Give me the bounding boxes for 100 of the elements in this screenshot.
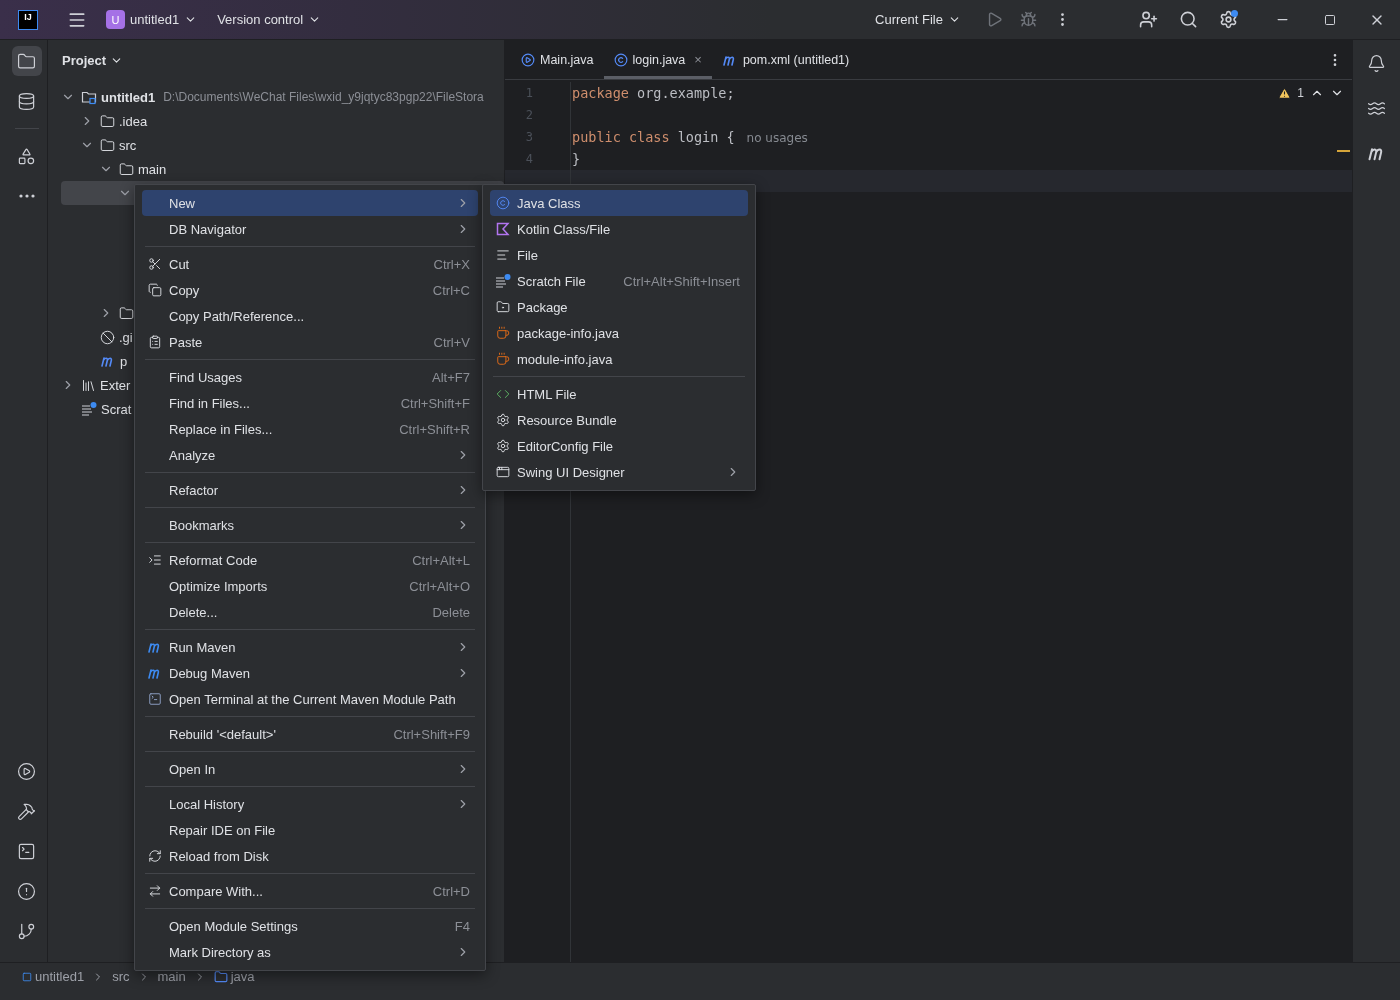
menu-item[interactable]: Open Module Settings F4 [142,913,478,939]
menu-item[interactable]: Open Terminal at the Current Maven Module Path [142,686,478,712]
warning-marker [1337,150,1350,152]
module-folder-icon [81,89,97,105]
menu-item[interactable]: Reformat Code Ctrl+Alt+L [142,547,478,573]
package-icon [496,300,510,314]
shortcut-text: F4 [454,918,470,934]
menu-item[interactable]: Delete... Delete [142,599,478,625]
shortcut-text: Ctrl+Shift+R [399,421,470,437]
tree-item[interactable]: Scrat [101,401,132,417]
bell-icon[interactable] [1367,53,1386,73]
more-icon [18,194,35,198]
menu-item[interactable]: New [142,190,478,216]
shortcut-text: Ctrl+V [433,334,470,350]
window-icon [496,465,510,479]
menu-item[interactable]: HTML File [490,381,748,407]
menu-item[interactable]: Repair IDE on File [142,817,478,843]
menu-item[interactable]: Debug Maven [142,660,478,686]
folder-icon [119,161,134,177]
arrows-icon [148,884,162,898]
menu-item[interactable]: Resource Bundle [490,407,748,433]
play-circle-icon [17,761,36,781]
vcs-selector[interactable]: Version control [211,8,328,31]
menu-item[interactable]: Compare With... Ctrl+D [142,878,478,904]
breadcrumb[interactable]: src [110,969,132,984]
tree-item[interactable]: .idea [119,113,148,129]
class-icon [496,196,510,210]
code-line: } [571,151,581,167]
close-tab-icon[interactable]: × [694,52,702,67]
menu-item[interactable]: EditorConfig File [490,433,748,459]
code-line: public class login { no usages [571,129,808,145]
alert-icon [17,881,36,901]
tool-window-button[interactable] [11,46,42,76]
folder-icon [213,969,228,984]
shortcut-text: Ctrl+Shift+F9 [393,726,470,742]
menu-item[interactable]: Java Class [490,190,748,216]
cup-icon [496,352,510,366]
menu-item[interactable]: Cut Ctrl+X [142,251,478,277]
tree-item[interactable]: src [119,137,137,153]
scissors-icon [148,257,162,271]
kotlin-icon [496,222,510,236]
tree-item[interactable]: p [120,353,128,369]
shortcut-text: Ctrl+D [432,883,470,899]
shortcut-text: Ctrl+Alt+O [409,578,470,594]
scratch-icon [81,401,97,417]
tree-item[interactable]: .gi [119,329,133,345]
menu-item[interactable]: File [490,242,748,268]
menu-item[interactable]: DB Navigator [142,216,478,242]
module-icon [22,971,32,982]
menu-item[interactable]: Replace in Files... Ctrl+Shift+R [142,416,478,442]
menu-item[interactable]: Rebuild '<default>' Ctrl+Shift+F9 [142,721,478,747]
breadcrumb[interactable]: java [211,969,257,984]
panel-title[interactable]: Project [56,51,130,69]
editor-tab[interactable]: pom.xml (untitled1) [711,40,860,79]
database-icon [17,91,36,111]
run-config-selector[interactable]: Current File [869,8,967,31]
project-selector[interactable]: U untitled1 [100,6,204,33]
menu-item[interactable]: Paste Ctrl+V [142,329,478,355]
shortcut-text: Delete [432,604,470,620]
breadcrumb[interactable]: main [155,969,188,984]
shortcut-text: Ctrl+Shift+F [400,395,470,411]
scratch-icon [495,273,511,289]
menu-item[interactable]: Copy Path/Reference... [142,303,478,329]
shortcut-text: Ctrl+C [432,282,470,298]
menu-item[interactable]: Package [490,294,748,320]
menu-item[interactable]: Scratch File Ctrl+Alt+Shift+Insert [490,268,748,294]
menu-item[interactable]: Analyze [142,442,478,468]
menu-item[interactable]: Reload from Disk [142,843,478,869]
project-badge: U [106,10,125,29]
tree-item[interactable]: Exter [100,377,131,393]
indent-icon [148,553,162,567]
warning-count: 1 [1297,86,1304,100]
menu-item[interactable]: Find Usages Alt+F7 [142,364,478,390]
cup-icon [496,326,510,340]
menu-item[interactable]: Refactor [142,477,478,503]
gear-icon [496,439,510,453]
folder-icon [100,113,115,129]
path-text: D:\Documents\WeChat Files\wxid_y9jqtyc83pgp22\FileStora [163,90,484,104]
terminal-icon [148,692,162,706]
menu-item[interactable]: Mark Directory as [142,939,478,965]
menu-item[interactable]: Open In [142,756,478,782]
menu-item[interactable]: Optimize Imports Ctrl+Alt+O [142,573,478,599]
editor-tab[interactable]: Main.java [511,40,604,79]
menu-item[interactable]: package-info.java [490,320,748,346]
editor-tab[interactable]: login.java × [603,40,712,79]
menu-item[interactable]: Kotlin Class/File [490,216,748,242]
menu-item[interactable]: Find in Files... Ctrl+Shift+F [142,390,478,416]
terminal-icon [17,841,36,861]
breadcrumb[interactable]: untitled1 [20,969,87,984]
tree-item[interactable]: untitled1 [101,89,156,105]
library-icon [81,377,96,393]
menu-item[interactable]: Bookmarks [142,512,478,538]
menu-item[interactable]: module-info.java [490,346,748,372]
menu-item[interactable]: Copy Ctrl+C [142,277,478,303]
menu-item[interactable]: Swing UI Designer [490,459,748,485]
tree-item[interactable]: main [138,161,167,177]
menu-item[interactable]: Local History [142,791,478,817]
shapes-icon [17,146,36,166]
refresh-icon [148,849,162,863]
menu-item[interactable]: Run Maven [142,634,478,660]
